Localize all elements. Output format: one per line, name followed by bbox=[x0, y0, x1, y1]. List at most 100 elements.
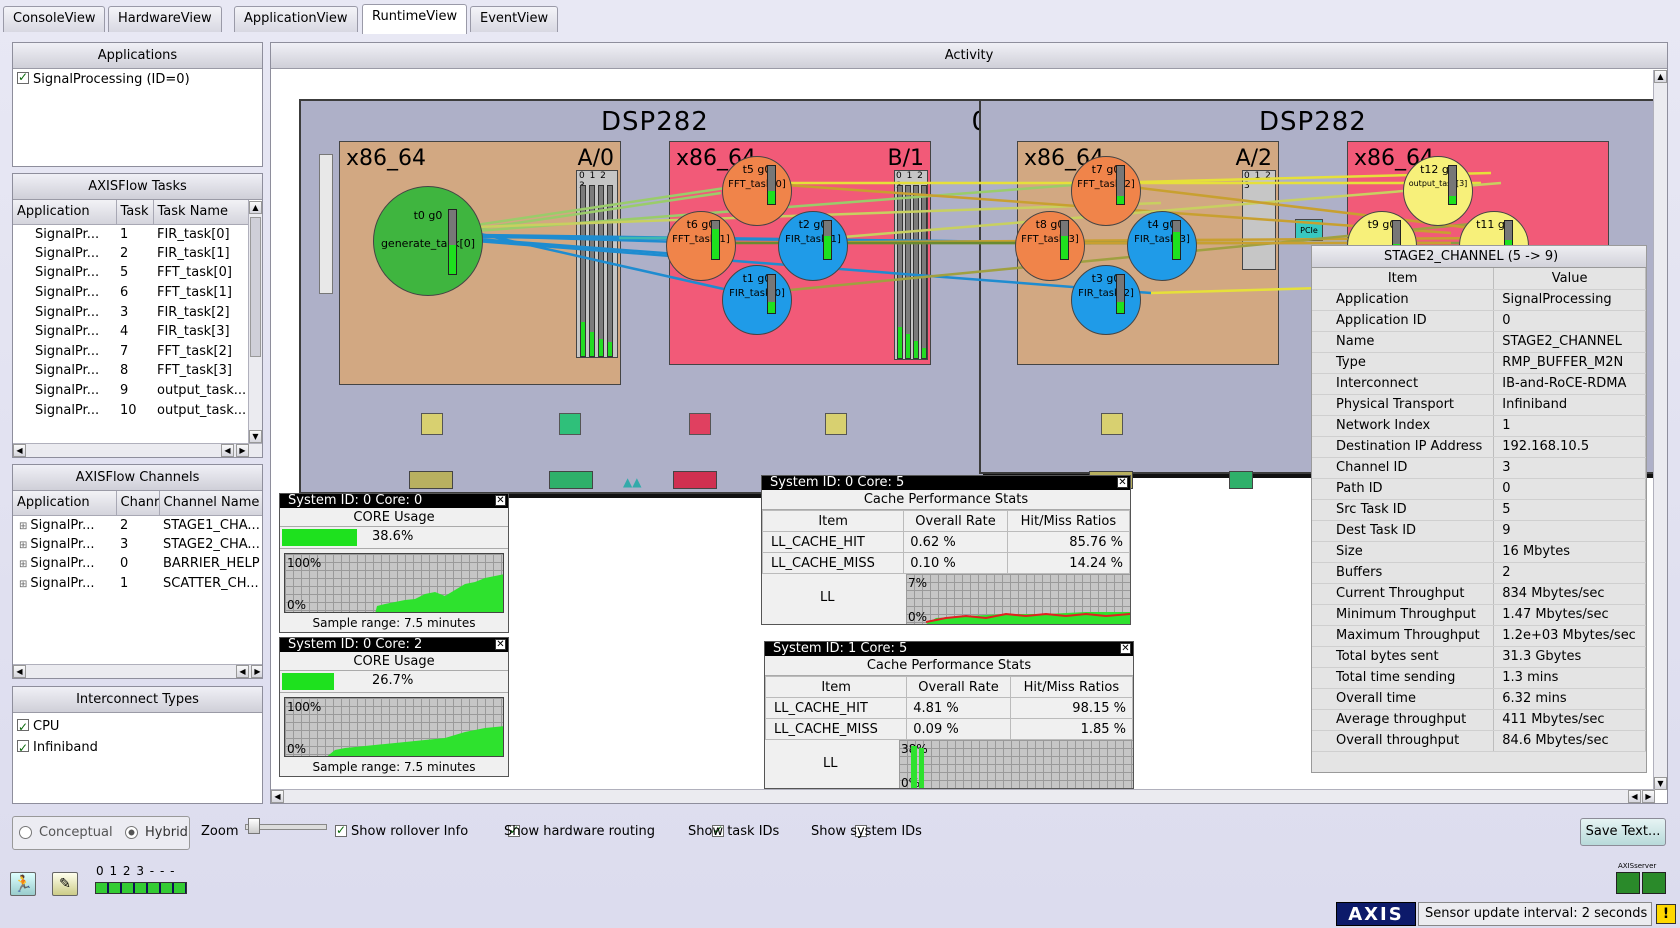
table-row[interactable]: SignalPr... 10 output_task... bbox=[13, 400, 248, 420]
table-row[interactable]: SignalPr... 1 FIR_task[0] bbox=[13, 224, 248, 244]
close-icon[interactable]: ✕ bbox=[495, 639, 506, 650]
close-icon[interactable]: ✕ bbox=[1117, 477, 1128, 488]
channel-id-cell: 2 bbox=[120, 517, 129, 533]
scroll-left-icon[interactable]: ◀ bbox=[221, 444, 234, 457]
scroll-left-icon[interactable]: ◀ bbox=[271, 790, 284, 803]
task-node-t2[interactable]: t2 g0 FIR_task[1] bbox=[778, 211, 848, 281]
scroll-left-icon[interactable]: ◀ bbox=[1628, 790, 1641, 803]
cache-stats-popup-1[interactable]: System ID: 1 Core: 5 ✕ Cache Performance … bbox=[764, 641, 1134, 789]
tasks-col-task-name[interactable]: Task Name bbox=[153, 200, 249, 225]
conceptual-radio[interactable] bbox=[19, 826, 32, 839]
expand-icon[interactable]: ⊞ bbox=[19, 521, 27, 532]
cache-stats-popup-0[interactable]: System ID: 0 Core: 5 ✕ Cache Performance … bbox=[761, 475, 1131, 625]
channels-col-application[interactable]: Application bbox=[13, 491, 117, 516]
scroll-right-icon[interactable]: ▶ bbox=[251, 665, 262, 678]
info-row: Buffers 2 bbox=[1312, 562, 1646, 584]
task-name-cell: FIR_task[0] bbox=[157, 226, 230, 242]
popup-title: System ID: 0 Core: 0 bbox=[288, 493, 423, 508]
expand-icon[interactable]: ⊞ bbox=[19, 559, 27, 570]
core-usage-value: 26.7% bbox=[372, 673, 414, 688]
table-row[interactable]: ⊞ SignalPr... 1 SCATTER_CH... bbox=[13, 574, 262, 594]
cpu-checkbox[interactable] bbox=[17, 717, 29, 738]
expand-icon[interactable]: ⊞ bbox=[19, 579, 27, 590]
scroll-right-icon[interactable]: ▶ bbox=[236, 444, 249, 457]
task-application-cell: SignalPr... bbox=[35, 265, 100, 281]
task-node-t6[interactable]: t6 g0 FFT_task[1] bbox=[666, 211, 736, 281]
table-row[interactable]: ⊞ SignalPr... 3 STAGE2_CHA... bbox=[13, 535, 262, 555]
pencil-icon[interactable]: ✎ bbox=[52, 872, 78, 896]
table-row[interactable]: SignalPr... 4 FIR_task[3] bbox=[13, 322, 248, 342]
scroll-left-icon[interactable]: ◀ bbox=[13, 665, 26, 678]
table-row[interactable]: SignalPr... 9 output_task... bbox=[13, 381, 248, 401]
task-node-t7[interactable]: t7 g0 FFT_task[2] bbox=[1071, 156, 1141, 226]
table-row[interactable]: SignalPr... 2 FIR_task[1] bbox=[13, 244, 248, 264]
scroll-down-icon[interactable]: ▼ bbox=[249, 430, 262, 443]
hw-routing-label: Show hardware routing bbox=[504, 824, 656, 839]
connect-left-icon[interactable] bbox=[1616, 872, 1640, 894]
hybrid-radio[interactable] bbox=[125, 826, 138, 839]
task-node-t4[interactable]: t4 g0 FIR_task[3] bbox=[1127, 211, 1197, 281]
task-node-t8[interactable]: t8 g0 FFT_task[3] bbox=[1015, 211, 1085, 281]
task-name-label: FIR_task[1] bbox=[785, 234, 841, 245]
info-row: Network Index 1 bbox=[1312, 415, 1646, 437]
task-node-t5[interactable]: t5 g0 FFT_task[0] bbox=[722, 156, 792, 226]
task-gauge bbox=[1060, 220, 1069, 260]
activity-vertical-scrollbar[interactable]: ▲ ▼ bbox=[1653, 70, 1667, 790]
table-row[interactable]: SignalPr... 7 FFT_task[2] bbox=[13, 342, 248, 362]
table-row[interactable]: SignalPr... 8 FFT_task[3] bbox=[13, 361, 248, 381]
core-usage-popup-2[interactable]: System ID: 0 Core: 2 ✕ CORE Usage 26.7% 1… bbox=[279, 637, 509, 777]
tasks-col-task[interactable]: Task bbox=[116, 200, 154, 225]
channels-col-channel[interactable]: Chanr bbox=[116, 491, 160, 516]
task-ids-label: Show task IDs bbox=[688, 824, 780, 839]
task-node-t12[interactable]: t12 g0 output_task[3] bbox=[1403, 156, 1473, 226]
scroll-up-icon[interactable]: ▲ bbox=[249, 201, 262, 214]
task-id-cell: 1 bbox=[120, 226, 129, 242]
tab-eventview[interactable]: EventView bbox=[470, 6, 559, 32]
scroll-thumb[interactable] bbox=[250, 217, 261, 357]
cache-ratio: 14.24 % bbox=[1006, 552, 1131, 574]
info-item-cell: Current Throughput bbox=[1312, 583, 1495, 605]
tab-applicationview[interactable]: ApplicationView bbox=[234, 6, 358, 32]
warning-icon[interactable]: ! bbox=[1656, 904, 1676, 924]
close-icon[interactable]: ✕ bbox=[1120, 643, 1131, 654]
task-node-t1[interactable]: t1 g0 FIR_task[0] bbox=[722, 265, 792, 335]
expand-icon[interactable]: ⊞ bbox=[19, 540, 27, 551]
scroll-left-icon[interactable]: ◀ bbox=[236, 665, 249, 678]
zoom-slider-handle[interactable] bbox=[248, 818, 260, 834]
infiniband-checkbox[interactable] bbox=[17, 738, 29, 759]
task-node-t0[interactable]: t0 g0 generate_task[0] bbox=[373, 186, 483, 296]
table-row[interactable]: SignalPr... 5 FFT_task[0] bbox=[13, 263, 248, 283]
tasks-col-application[interactable]: Application bbox=[13, 200, 117, 225]
tasks-horizontal-scrollbar[interactable]: ◀ ◀ ▶ bbox=[13, 443, 262, 457]
table-row[interactable]: SignalPr... 6 FFT_task[1] bbox=[13, 283, 248, 303]
channels-horizontal-scrollbar[interactable]: ◀ ◀ ▶ bbox=[13, 664, 262, 678]
close-icon[interactable]: ✕ bbox=[495, 495, 506, 506]
task-node-t3[interactable]: t3 g0 FIR_task[2] bbox=[1071, 265, 1141, 335]
run-icon[interactable]: 🏃 bbox=[10, 872, 36, 896]
rollover-checkbox[interactable] bbox=[335, 823, 347, 837]
channel-name-cell: SCATTER_CH... bbox=[163, 576, 259, 592]
tab-runtimeview[interactable]: RuntimeView bbox=[362, 4, 468, 34]
tasks-vertical-scrollbar[interactable]: ▲ ▼ bbox=[248, 201, 262, 443]
channels-col-channel-name[interactable]: Channel Name bbox=[159, 491, 262, 516]
save-text-button[interactable]: Save Text... bbox=[1580, 818, 1666, 846]
info-row: Average throughput 411 Mbytes/sec bbox=[1312, 709, 1646, 731]
core-usage-popup-0[interactable]: System ID: 0 Core: 0 ✕ CORE Usage 38.6% 1… bbox=[279, 493, 509, 633]
scroll-left-icon[interactable]: ◀ bbox=[13, 444, 26, 457]
connect-right-icon[interactable] bbox=[1642, 872, 1666, 894]
table-row[interactable]: SignalPr... 3 FIR_task[2] bbox=[13, 302, 248, 322]
channel-info-panel[interactable]: STAGE2_CHANNEL (5 -> 9) Item Value Appli… bbox=[1311, 245, 1647, 773]
activity-horizontal-scrollbar[interactable]: ◀ ◀ ▶ bbox=[271, 789, 1655, 803]
usage-sparkline bbox=[375, 574, 503, 612]
application-checkbox[interactable] bbox=[17, 70, 29, 84]
tab-hardwareview[interactable]: HardwareView bbox=[108, 6, 222, 32]
tab-consoleview[interactable]: ConsoleView bbox=[3, 6, 106, 32]
table-row[interactable]: ⊞ SignalPr... 0 BARRIER_HELP bbox=[13, 554, 262, 574]
scroll-right-icon[interactable]: ▶ bbox=[1642, 790, 1655, 803]
zoom-label: Zoom bbox=[201, 824, 239, 839]
scroll-down-icon[interactable]: ▼ bbox=[1654, 777, 1667, 790]
task-gauge bbox=[1116, 274, 1125, 314]
info-value-cell: 192.168.10.5 bbox=[1493, 436, 1646, 458]
scroll-up-icon[interactable]: ▲ bbox=[1654, 70, 1667, 83]
table-row[interactable]: ⊞ SignalPr... 2 STAGE1_CHA... bbox=[13, 515, 262, 535]
